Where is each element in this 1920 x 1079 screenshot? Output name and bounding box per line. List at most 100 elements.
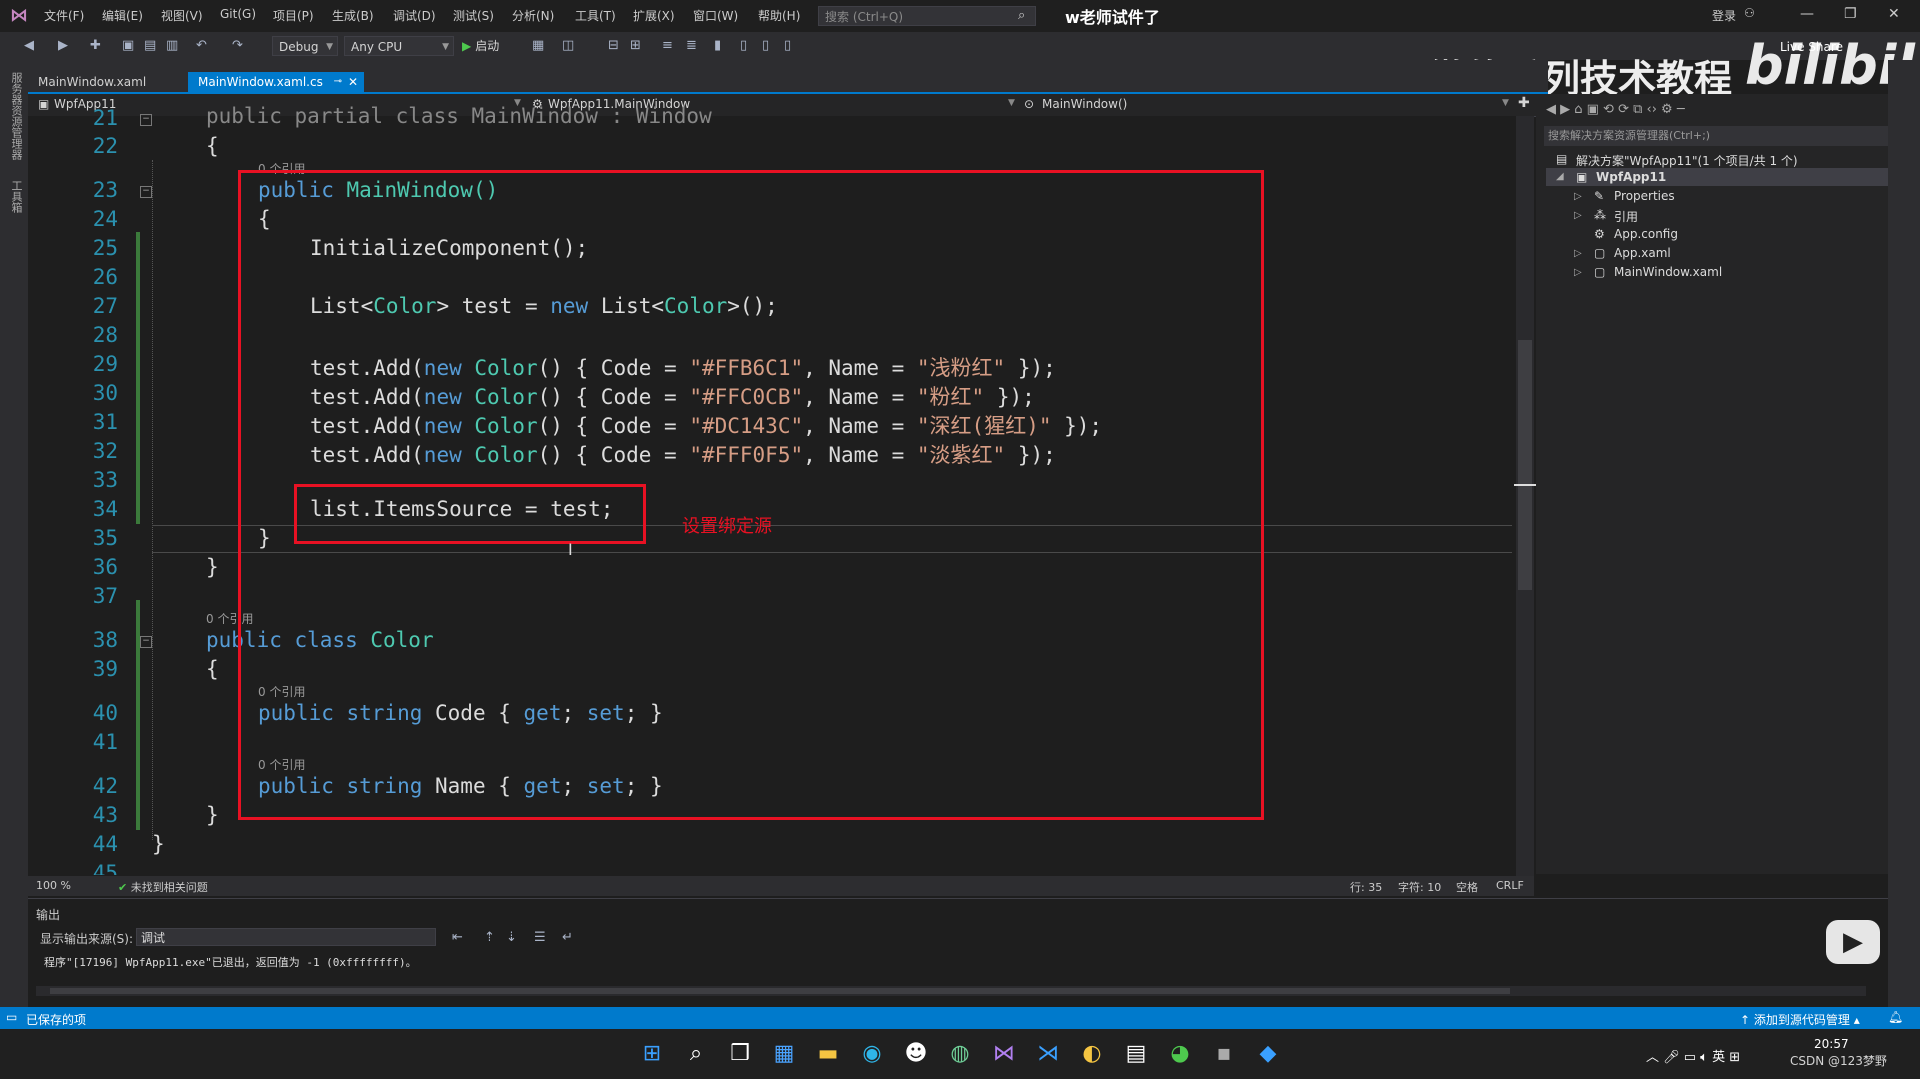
comment-icon[interactable]: ▯ [740, 38, 747, 53]
scrollbar-thumb[interactable] [50, 988, 1510, 994]
solution-search-input[interactable]: 搜索解决方案资源管理器(Ctrl+;) [1544, 126, 1888, 146]
save-all-icon[interactable]: ▥ [166, 38, 178, 53]
solution-node[interactable]: 解决方案"WpfApp11"(1 个项目/共 1 个) [1576, 152, 1798, 169]
expand-icon[interactable]: ▷ [1574, 267, 1582, 278]
tree-item-properties[interactable]: Properties [1614, 189, 1675, 203]
indent-icon[interactable]: ≡ [662, 38, 673, 53]
tree-item-mainwindow-xaml[interactable]: MainWindow.xaml [1614, 265, 1722, 279]
layout-icon[interactable]: ⊟ [608, 38, 619, 53]
next-message-icon[interactable]: ⇣ [506, 930, 517, 945]
menu-window[interactable]: 窗口(W) [693, 7, 738, 24]
menu-test[interactable]: 测试(S) [453, 7, 494, 24]
line-position[interactable]: 行: 35 [1350, 879, 1382, 895]
forward-icon[interactable]: ▶ [58, 38, 68, 53]
line-ending[interactable]: CRLF [1496, 879, 1524, 892]
widgets-icon[interactable]: ▦ [770, 1040, 798, 1068]
camera-icon[interactable]: ◫ [562, 38, 574, 53]
fold-toggle-icon[interactable]: − [140, 186, 152, 198]
menu-debug[interactable]: 调试(D) [393, 7, 436, 24]
chevron-down-icon[interactable]: ▼ [1008, 98, 1015, 108]
clear-all-icon[interactable]: ☰ [534, 930, 546, 945]
search-icon[interactable]: ⌕ [682, 1040, 710, 1068]
add-icon[interactable]: ✚ [1518, 95, 1530, 111]
platform-dropdown[interactable]: Any CPU ▼ [344, 36, 454, 56]
tree-item-app-xaml[interactable]: App.xaml [1614, 246, 1671, 260]
more-icon[interactable]: ▯ [784, 38, 791, 53]
output-source-dropdown[interactable]: 调试 [136, 928, 436, 946]
issues-status[interactable]: ✔ 未找到相关问题 [118, 879, 208, 895]
menu-build[interactable]: 生成(B) [332, 7, 374, 24]
app-icon[interactable]: ◍ [946, 1040, 974, 1068]
chevron-down-icon[interactable]: ▼ [1502, 98, 1509, 108]
user-icon[interactable]: ⚇ [1744, 6, 1755, 20]
bookmark-icon[interactable]: ▮ [714, 38, 721, 53]
server-explorer-tab[interactable]: 服务器资源管理器 [8, 72, 24, 160]
close-icon[interactable]: ✕ [348, 72, 358, 92]
char-position[interactable]: 字符: 10 [1398, 879, 1441, 895]
store-icon[interactable]: ▤ [1122, 1040, 1150, 1068]
nav-member[interactable]: MainWindow() [1042, 97, 1127, 111]
ime-indicator[interactable]: 英 [1712, 1050, 1725, 1065]
tab-mainwindow-xaml-cs[interactable]: MainWindow.xaml.cs ⊸ ✕ [188, 72, 364, 92]
outdent-icon[interactable]: ≣ [686, 38, 697, 53]
login-link[interactable]: 登录 [1712, 7, 1736, 24]
play-icon[interactable]: ▶ [1826, 920, 1880, 964]
word-wrap-icon[interactable]: ↵ [562, 930, 573, 945]
pin-icon[interactable]: ⊸ [334, 72, 342, 92]
minimize-icon[interactable]: — [1800, 6, 1814, 22]
menu-project[interactable]: 项目(P) [273, 7, 314, 24]
menu-help[interactable]: 帮助(H) [758, 7, 800, 24]
clock-time[interactable]: 20:57 [1814, 1037, 1849, 1051]
new-project-icon[interactable]: ✚ [90, 38, 101, 53]
uncomment-icon[interactable]: ▯ [762, 38, 769, 53]
zoom-level[interactable]: 100 % [36, 879, 71, 892]
search-input[interactable]: 搜索 (Ctrl+Q) [818, 6, 1036, 26]
menu-view[interactable]: 视图(V) [161, 7, 203, 24]
prev-message-icon[interactable]: ⇡ [484, 930, 495, 945]
scrollbar-thumb[interactable] [1518, 340, 1532, 590]
collapse-icon[interactable]: ◢ [1556, 171, 1564, 182]
app-icon[interactable]: ◆ [1254, 1040, 1282, 1068]
expand-icon[interactable]: ▷ [1574, 248, 1582, 259]
find-icon[interactable]: ⇤ [452, 930, 463, 945]
app-icon[interactable]: ▪ [1210, 1040, 1238, 1068]
qq-icon[interactable]: ☻ [902, 1040, 930, 1068]
redo-icon[interactable]: ↷ [232, 38, 243, 53]
folder-icon[interactable]: ◐ [1078, 1040, 1106, 1068]
open-folder-icon[interactable]: ▣ [122, 38, 134, 53]
system-tray[interactable]: ︿ 🎤︎ ▭ 🔈︎ 英 ⊞ [1646, 1046, 1740, 1065]
task-view-icon[interactable]: ❒ [726, 1040, 754, 1068]
format-icon[interactable]: ⊞ [630, 38, 641, 53]
solution-explorer-toolbar[interactable]: ◀ ▶ ⌂ ▣ ⟲ ⟳ ⧉ ‹› ⚙ ─ [1546, 102, 1685, 117]
windows-start-icon[interactable]: ⊞ [638, 1040, 666, 1068]
whitespace-mode[interactable]: 空格 [1456, 879, 1478, 895]
tree-item-app-config[interactable]: App.config [1614, 227, 1678, 241]
menu-file[interactable]: 文件(F) [44, 7, 84, 24]
fold-toggle-icon[interactable]: − [140, 636, 152, 648]
close-icon[interactable]: ✕ [1888, 6, 1900, 22]
vscode-icon[interactable]: ⋊ [1034, 1040, 1062, 1068]
add-to-source-control[interactable]: ↑ 添加到源代码管理 ▴ [1740, 1011, 1860, 1028]
menu-extensions[interactable]: 扩展(X) [633, 7, 675, 24]
undo-icon[interactable]: ↶ [196, 38, 207, 53]
fold-toggle-icon[interactable]: − [140, 114, 152, 126]
start-button[interactable]: ▶ 启动 [462, 37, 499, 54]
configuration-dropdown[interactable]: Debug ▼ [272, 36, 338, 56]
restore-icon[interactable]: ❐ [1844, 6, 1857, 22]
menu-edit[interactable]: 编辑(E) [102, 7, 143, 24]
expand-icon[interactable]: ▷ [1574, 191, 1582, 202]
edge-icon[interactable]: ◉ [858, 1040, 886, 1068]
visual-studio-logo-icon[interactable]: ⋈ [10, 6, 32, 26]
file-explorer-icon[interactable]: ▬ [814, 1040, 842, 1068]
visual-studio-icon[interactable]: ⋈ [990, 1040, 1018, 1068]
browse-icon[interactable]: ▦ [532, 38, 544, 53]
menu-tools[interactable]: 工具(T) [575, 7, 616, 24]
tab-mainwindow-xaml[interactable]: MainWindow.xaml [28, 72, 156, 92]
menu-git[interactable]: Git(G) [220, 7, 256, 21]
back-icon[interactable]: ◀ [24, 38, 34, 53]
toolbox-tab[interactable]: 工具箱 [8, 180, 24, 213]
search-icon[interactable]: ⌕ [1018, 8, 1025, 23]
bell-icon[interactable]: 🔔︎ [1888, 1010, 1903, 1024]
wechat-icon[interactable]: ◕ [1166, 1040, 1194, 1068]
tree-item-references[interactable]: 引用 [1614, 208, 1638, 225]
